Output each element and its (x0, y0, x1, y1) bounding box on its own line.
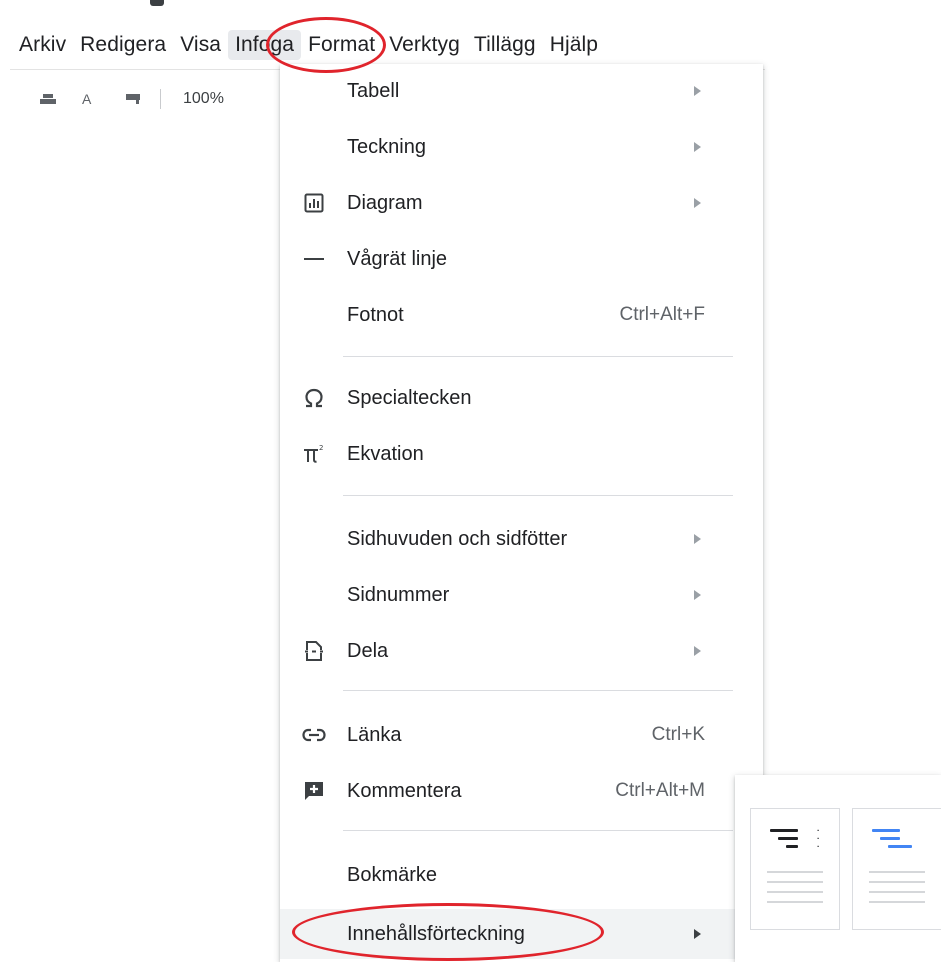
shortcut-label: Ctrl+Alt+M (615, 780, 705, 801)
menu-item-label: Kommentera (347, 779, 462, 802)
menu-item-label: Specialtecken (347, 386, 472, 409)
toc-page-number-mark: · (817, 842, 820, 851)
menu-item-label: Sidhuvuden och sidfötter (347, 527, 568, 550)
submenu-arrow-icon (694, 86, 701, 96)
toc-with-page-numbers-option[interactable]: · · · (750, 808, 840, 930)
menu-item-label: Innehållsförteckning (347, 922, 525, 945)
svg-text:2: 2 (319, 444, 323, 452)
toc-text-line (869, 871, 925, 873)
menu-item-bokmarke[interactable]: Bokmärke (280, 853, 763, 897)
toc-heading-bar (770, 829, 798, 832)
menu-visa[interactable]: Visa (173, 30, 228, 60)
menu-item-kommentera[interactable]: Kommentera Ctrl+Alt+M (280, 769, 763, 813)
menu-infoga[interactable]: Infoga (228, 30, 302, 60)
menu-tillagg[interactable]: Tillägg (467, 30, 543, 60)
toc-text-line (767, 891, 823, 893)
toc-heading-bar (778, 837, 798, 840)
menu-item-dela[interactable]: Dela (280, 629, 763, 673)
document-title-fragment (150, 0, 164, 6)
link-icon (300, 721, 328, 749)
shortcut-label: Ctrl+Alt+F (619, 304, 705, 325)
submenu-arrow-icon (694, 646, 701, 656)
toc-link-bar (872, 829, 900, 832)
toc-text-line (767, 901, 823, 903)
menu-separator (343, 830, 733, 831)
menu-item-label: Tabell (347, 79, 400, 102)
toc-text-line (869, 891, 925, 893)
spellcheck-icon[interactable]: A (82, 92, 96, 106)
submenu-arrow-icon (694, 590, 701, 600)
shortcut-label: Ctrl+K (651, 724, 705, 745)
menu-item-ekvation[interactable]: 2 Ekvation (280, 432, 763, 476)
menu-separator (343, 495, 733, 496)
submenu-arrow-icon (694, 534, 701, 544)
menu-verktyg[interactable]: Verktyg (382, 30, 467, 60)
toc-submenu: · · · (735, 775, 941, 962)
menu-arkiv[interactable]: Arkiv (14, 30, 73, 60)
toc-text-line (869, 881, 925, 883)
menu-item-tabell[interactable]: Tabell (280, 69, 763, 113)
menu-item-label: Bokmärke (347, 863, 438, 886)
menu-item-label: Sidnummer (347, 583, 450, 606)
menu-item-sidhuvuden[interactable]: Sidhuvuden och sidfötter (280, 517, 763, 561)
menu-item-label: Ekvation (347, 442, 424, 465)
horizontal-line-icon (300, 245, 328, 273)
toc-text-line (869, 901, 925, 903)
toc-link-bar (880, 837, 900, 840)
menu-separator (343, 690, 733, 691)
submenu-arrow-icon (694, 929, 701, 939)
menu-hjalp[interactable]: Hjälp (543, 30, 605, 60)
paint-format-icon[interactable] (126, 94, 140, 104)
menu-redigera[interactable]: Redigera (73, 30, 173, 60)
omega-icon (300, 384, 328, 412)
toc-heading-bar (786, 845, 798, 848)
toc-text-line (767, 881, 823, 883)
add-comment-icon (300, 777, 328, 805)
page-break-icon (300, 637, 328, 665)
menu-item-sidnummer[interactable]: Sidnummer (280, 573, 763, 617)
zoom-select[interactable]: 100% (183, 90, 233, 108)
toc-text-line (767, 871, 823, 873)
menu-separator (343, 356, 733, 357)
menu-item-innehallsforteckning[interactable]: Innehållsförteckning (280, 909, 763, 959)
toolbar-separator (160, 89, 161, 109)
toc-link-bar (888, 845, 912, 848)
menu-format[interactable]: Format (301, 30, 382, 60)
menu-item-label: Fotnot (347, 303, 404, 326)
menu-item-label: Teckning (347, 135, 426, 158)
menu-item-label: Diagram (347, 191, 423, 214)
insert-menu: Tabell Teckning Diagram Vågrät linje Fot… (280, 64, 763, 962)
toolbar: A 100% (40, 88, 233, 110)
print-icon[interactable] (40, 94, 56, 104)
menu-item-label: Dela (347, 639, 389, 662)
pi-icon: 2 (300, 440, 328, 468)
chart-icon (300, 189, 328, 217)
menu-item-label: Länka (347, 723, 402, 746)
menubar: Arkiv Redigera Visa Infoga Format Verkty… (14, 30, 605, 60)
submenu-arrow-icon (694, 198, 701, 208)
menu-item-label: Vågrät linje (347, 247, 448, 270)
menu-item-fotnot[interactable]: Fotnot Ctrl+Alt+F (280, 293, 763, 337)
menu-item-vagrat-linje[interactable]: Vågrät linje (280, 237, 763, 281)
menu-item-diagram[interactable]: Diagram (280, 181, 763, 225)
menu-item-teckning[interactable]: Teckning (280, 125, 763, 169)
menu-item-lanka[interactable]: Länka Ctrl+K (280, 713, 763, 757)
app-window: Arkiv Redigera Visa Infoga Format Verkty… (0, 0, 941, 962)
menu-item-specialtecken[interactable]: Specialtecken (280, 376, 763, 420)
submenu-arrow-icon (694, 142, 701, 152)
toc-with-blue-links-option[interactable] (852, 808, 941, 930)
